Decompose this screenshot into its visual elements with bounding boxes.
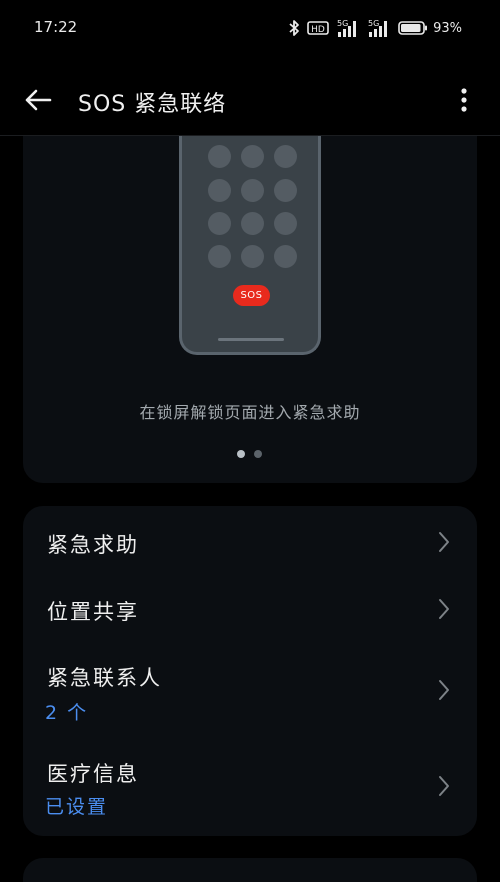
signal-5g-icon: 5G — [337, 19, 357, 37]
settings-list: 紧急求助 位置共享 紧急联系人 2 个 医疗信息 已设置 — [23, 506, 477, 836]
chevron-right-icon — [439, 776, 449, 796]
keypad-key — [274, 245, 297, 268]
page-dot[interactable] — [254, 450, 262, 458]
keypad-key — [241, 212, 264, 235]
list-item-emergency-contacts[interactable]: 紧急联系人 2 个 — [23, 642, 477, 738]
chevron-right-icon — [439, 599, 449, 619]
keypad-key — [208, 145, 231, 168]
page-dot[interactable] — [237, 450, 245, 458]
network-label-2: 5G — [368, 19, 379, 28]
battery-icon — [398, 21, 428, 35]
keypad-key — [274, 212, 297, 235]
keypad-key — [208, 245, 231, 268]
list-item-title: 医疗信息 — [47, 762, 139, 786]
network-label-1: 5G — [337, 19, 348, 28]
keypad-key — [208, 212, 231, 235]
keypad-key — [208, 179, 231, 202]
list-item-medical-info[interactable]: 医疗信息 已设置 — [23, 738, 477, 834]
list-item-subtitle: 2 个 — [45, 702, 89, 724]
sos-button-illustration: SOS — [233, 285, 270, 306]
keypad-key — [241, 179, 264, 202]
lockscreen-keypad — [182, 136, 318, 352]
status-time: 17:22 — [34, 18, 78, 36]
list-item-subtitle: 已设置 — [45, 796, 109, 818]
keypad-key — [274, 145, 297, 168]
hd-label: HD — [311, 25, 325, 35]
status-icons: HD 5G 5G 93% — [288, 17, 462, 39]
keypad-key — [274, 179, 297, 202]
list-item-location-sharing[interactable]: 位置共享 — [23, 574, 477, 642]
bluetooth-icon — [289, 20, 299, 36]
signal-5g-icon: 5G — [368, 19, 388, 37]
more-vertical-icon — [461, 88, 467, 112]
home-indicator — [218, 338, 284, 341]
phone-illustration: SOS — [179, 136, 321, 355]
list-item-title: 紧急求助 — [47, 533, 139, 557]
list-item-title: 紧急联系人 — [47, 666, 162, 690]
keypad-key — [241, 245, 264, 268]
status-bar: 17:22 HD 5G 5G 93% — [0, 0, 500, 56]
list-item-emergency-sos[interactable]: 紧急求助 — [23, 506, 477, 574]
chevron-right-icon — [439, 532, 449, 552]
list-item-title: 位置共享 — [47, 600, 139, 624]
app-bar: SOS 紧急联络 — [0, 66, 500, 134]
chevron-right-icon — [439, 680, 449, 700]
back-button[interactable] — [20, 82, 56, 118]
more-options-button[interactable] — [452, 84, 476, 116]
battery-percent: 93% — [433, 20, 462, 36]
page-indicator — [237, 450, 262, 458]
banner-caption: 在锁屏解锁页面进入紧急求助 — [139, 403, 361, 422]
banner-card[interactable]: SOS 在锁屏解锁页面进入紧急求助 — [23, 136, 477, 483]
hd-voice-icon: HD — [307, 21, 329, 35]
keypad-key — [241, 145, 264, 168]
next-settings-card — [23, 858, 477, 882]
page-title: SOS 紧急联络 — [78, 92, 227, 117]
arrow-left-icon — [25, 89, 52, 111]
